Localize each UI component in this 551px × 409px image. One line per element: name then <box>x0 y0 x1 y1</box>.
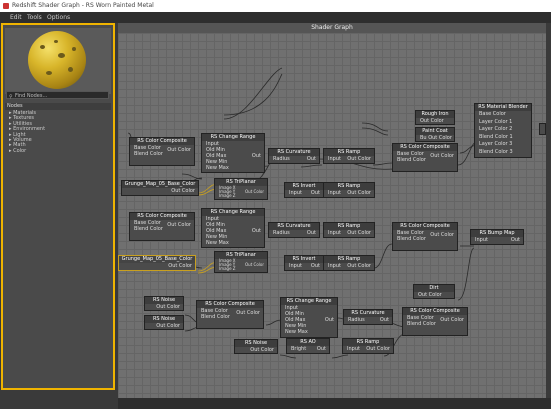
output-node-partial[interactable] <box>539 123 546 135</box>
dirt-node[interactable]: Dirt Out Color <box>413 284 455 299</box>
node-browser-panel: ⚲ Find Nodes... Nodes ▸ Materials ▸ Text… <box>1 23 115 390</box>
rs-change-range-node-3[interactable]: RS Change Range Input Old Min Old Max Out… <box>280 297 338 338</box>
rs-ramp-node-5[interactable]: RS Ramp Input Out Color <box>342 338 394 354</box>
find-nodes-input[interactable]: ⚲ Find Nodes... <box>6 91 109 100</box>
preview-sphere <box>28 31 86 89</box>
rs-invert-node-1[interactable]: RS Invert Input Out <box>284 182 324 198</box>
rough-iron-node[interactable]: Rough Iron Out Color <box>415 110 455 125</box>
rs-ramp-node-3[interactable]: RS Ramp Input Out Color <box>323 222 375 238</box>
nodes-tree-header: Nodes <box>5 103 111 110</box>
rs-ramp-node-1[interactable]: RS Ramp Input Out Color <box>323 148 375 164</box>
rs-material-blender-node[interactable]: RS Material Blender Base Color Layer Col… <box>474 103 532 158</box>
rs-bump-map-node[interactable]: RS Bump Map Input Out <box>470 229 524 245</box>
rs-color-composite-node-1[interactable]: RS Color Composite Base Color Blend Colo… <box>129 137 195 166</box>
rs-noise-node-1[interactable]: RS Noise Out Color <box>144 296 184 311</box>
tree-item-color[interactable]: ▸ Color <box>9 148 45 154</box>
rs-color-composite-node-5[interactable]: RS Color Composite Base Color Blend Colo… <box>196 300 264 329</box>
rs-color-composite-node-6[interactable]: RS Color Composite Base Color Blend Colo… <box>402 307 468 336</box>
material-preview <box>5 28 111 94</box>
menu-options[interactable]: Options <box>47 12 70 23</box>
right-edge-strip <box>546 23 551 405</box>
rs-noise-node-2[interactable]: RS Noise Out Color <box>144 315 184 330</box>
rs-change-range-node-2[interactable]: RS Change Range Input Old Min Old Max Out… <box>201 208 265 248</box>
rs-curvature-node-2[interactable]: RS Curvature Radius Out <box>268 222 320 238</box>
menu-edit[interactable]: Edit <box>10 12 22 23</box>
nodes-tree: ▸ Materials ▸ Textures ▸ Utilities ▸ Env… <box>9 110 45 154</box>
rs-color-composite-node-2[interactable]: RS Color Composite Base Color Blend Colo… <box>392 143 458 172</box>
paint-coat-node[interactable]: Paint Coat Bu Out Color <box>415 127 455 142</box>
rs-invert-node-2[interactable]: RS Invert Input Out <box>284 255 324 271</box>
search-icon: ⚲ <box>9 94 13 100</box>
grunge-map-node-1[interactable]: Grunge_Map_05_Base_Color Out Color <box>121 180 199 196</box>
rs-ao-node[interactable]: RS AO Bright Out <box>286 338 330 354</box>
shader-graph-panel: Shader Graph RS Color Composite Base Col… <box>118 23 546 405</box>
rs-curvature-node-3[interactable]: RS Curvature Radius Out <box>343 309 393 325</box>
node-graph-canvas[interactable]: RS Color Composite Base Color Blend Colo… <box>118 33 546 403</box>
rs-triplanar-node-1[interactable]: RS TriPlanar Image X Image Y Out Color Im… <box>214 178 268 200</box>
rs-noise-node-3[interactable]: RS Noise Out Color <box>234 339 278 354</box>
rs-triplanar-node-2[interactable]: RS TriPlanar Image X Image Y Out Color Im… <box>214 251 268 273</box>
menu-bar: Edit Tools Options <box>0 12 551 23</box>
rs-curvature-node-1[interactable]: RS Curvature Radius Out <box>268 148 320 164</box>
window-title: Redshift Shader Graph - RS Worn Painted … <box>12 2 154 9</box>
window-titlebar: Redshift Shader Graph - RS Worn Painted … <box>0 0 551 12</box>
status-bar <box>118 398 551 409</box>
redshift-app-icon <box>3 3 9 9</box>
rs-change-range-node-1[interactable]: RS Change Range Input Old Min Old Max Out… <box>201 133 265 173</box>
rs-color-composite-node-3[interactable]: RS Color Composite Base Color Blend Colo… <box>129 212 195 241</box>
rs-ramp-node-4[interactable]: RS Ramp Input Out Color <box>323 255 375 271</box>
shader-graph-title: Shader Graph <box>118 23 546 33</box>
rs-ramp-node-2[interactable]: RS Ramp Input Out Color <box>323 182 375 198</box>
find-nodes-placeholder: Find Nodes... <box>15 93 48 99</box>
rs-color-composite-node-4[interactable]: RS Color Composite Base Color Blend Colo… <box>392 222 458 251</box>
menu-tools[interactable]: Tools <box>27 12 42 23</box>
grunge-map-node-2[interactable]: Grunge_Map_05_Base_Color Out Color <box>118 255 196 271</box>
